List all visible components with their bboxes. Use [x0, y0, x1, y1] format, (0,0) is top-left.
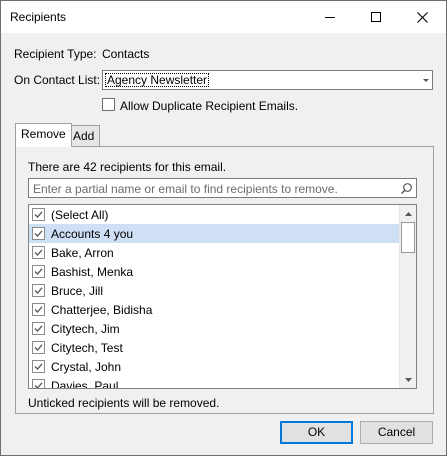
ok-button-label: OK [307, 425, 326, 439]
recipient-label: Bake, Arron [51, 246, 114, 260]
recipient-label: Accounts 4 you [51, 227, 134, 241]
vertical-scrollbar[interactable] [399, 205, 416, 388]
checkmark-icon [34, 230, 43, 237]
allow-duplicates-checkbox[interactable] [102, 98, 115, 111]
recipient-checkbox[interactable] [32, 360, 45, 373]
contact-list-dropdown[interactable]: Agency Newsletter [102, 70, 433, 90]
minimize-icon [325, 16, 335, 18]
recipient-label: Davies, Paul [51, 379, 119, 389]
search-icon[interactable] [400, 182, 413, 195]
search-placeholder: Enter a partial name or email to find re… [33, 182, 338, 196]
recipients-dialog: Recipients Recipient Type: Contacts On C… [0, 0, 447, 456]
recipient-checkbox[interactable] [32, 303, 45, 316]
checkmark-icon [34, 211, 43, 218]
recipient-label: Citytech, Test [51, 341, 123, 355]
window-title: Recipients [10, 10, 67, 24]
close-icon [416, 11, 428, 23]
maximize-icon [371, 12, 381, 22]
chevron-down-icon[interactable] [423, 79, 429, 82]
cancel-button[interactable]: Cancel [360, 421, 433, 444]
ok-button[interactable]: OK [280, 421, 353, 444]
recipient-row[interactable]: Bashist, Menka [29, 262, 399, 281]
checkmark-icon [34, 325, 43, 332]
contact-list-selected-value: Agency Newsletter [105, 73, 210, 87]
title-bar[interactable]: Recipients [1, 1, 446, 33]
recipient-list[interactable]: (Select All) Accounts 4 you Bake, Arron Bas… [28, 204, 417, 389]
recipient-label: Citytech, Jim [51, 322, 120, 336]
checkmark-icon [34, 249, 43, 256]
recipient-row[interactable]: Chatterjee, Bidisha [29, 300, 399, 319]
recipient-label: (Select All) [51, 208, 109, 222]
recipient-row[interactable]: Citytech, Test [29, 338, 399, 357]
scroll-up-button[interactable] [400, 205, 416, 222]
recipient-type-label: Recipient Type: [14, 47, 97, 61]
cancel-button-label: Cancel [377, 425, 416, 439]
scroll-down-button[interactable] [400, 371, 416, 388]
recipient-checkbox[interactable] [32, 265, 45, 278]
recipient-row[interactable]: Bake, Arron [29, 243, 399, 262]
recipient-rows: (Select All) Accounts 4 you Bake, Arron Bas… [29, 205, 399, 389]
checkmark-icon [34, 306, 43, 313]
recipient-row[interactable]: Accounts 4 you [29, 224, 399, 243]
recipient-row[interactable]: (Select All) [29, 205, 399, 224]
recipient-type-value: Contacts [102, 47, 150, 61]
checkmark-icon [34, 287, 43, 294]
recipient-checkbox[interactable] [32, 322, 45, 335]
checkmark-icon [34, 363, 43, 370]
recipient-checkbox[interactable] [32, 284, 45, 297]
recipient-checkbox[interactable] [32, 208, 45, 221]
minimize-button[interactable] [307, 1, 353, 33]
recipient-row[interactable]: Bruce, Jill [29, 281, 399, 300]
checkmark-icon [34, 268, 43, 275]
removal-note: Unticked recipients will be removed. [28, 396, 220, 410]
contact-list-label: On Contact List: [14, 73, 101, 87]
tab-remove-label: Remove [21, 127, 66, 141]
recipient-label: Crystal, John [51, 360, 122, 374]
recipient-checkbox[interactable] [32, 227, 45, 240]
recipient-search-input[interactable]: Enter a partial name or email to find re… [28, 178, 417, 198]
allow-duplicates-label[interactable]: Allow Duplicate Recipient Emails. [120, 99, 298, 113]
checkmark-icon [34, 382, 43, 388]
tab-remove[interactable]: Remove [15, 123, 72, 147]
tab-add-label: Add [73, 129, 95, 143]
scroll-down-icon [404, 377, 412, 382]
scroll-up-icon [404, 211, 412, 216]
tab-add[interactable]: Add [67, 125, 101, 147]
recipient-row[interactable]: Citytech, Jim [29, 319, 399, 338]
maximize-button[interactable] [353, 1, 399, 33]
recipient-row[interactable]: Davies, Paul [29, 376, 399, 389]
scrollbar-thumb[interactable] [401, 222, 415, 253]
recipient-checkbox[interactable] [32, 379, 45, 388]
close-button[interactable] [399, 1, 445, 33]
recipient-checkbox[interactable] [32, 341, 45, 354]
recipient-label: Bashist, Menka [51, 265, 134, 279]
recipient-label: Chatterjee, Bidisha [51, 303, 153, 317]
recipient-checkbox[interactable] [32, 246, 45, 259]
recipient-label: Bruce, Jill [51, 284, 104, 298]
checkmark-icon [34, 344, 43, 351]
recipient-count-text: There are 42 recipients for this email. [28, 160, 227, 174]
recipient-row[interactable]: Crystal, John [29, 357, 399, 376]
